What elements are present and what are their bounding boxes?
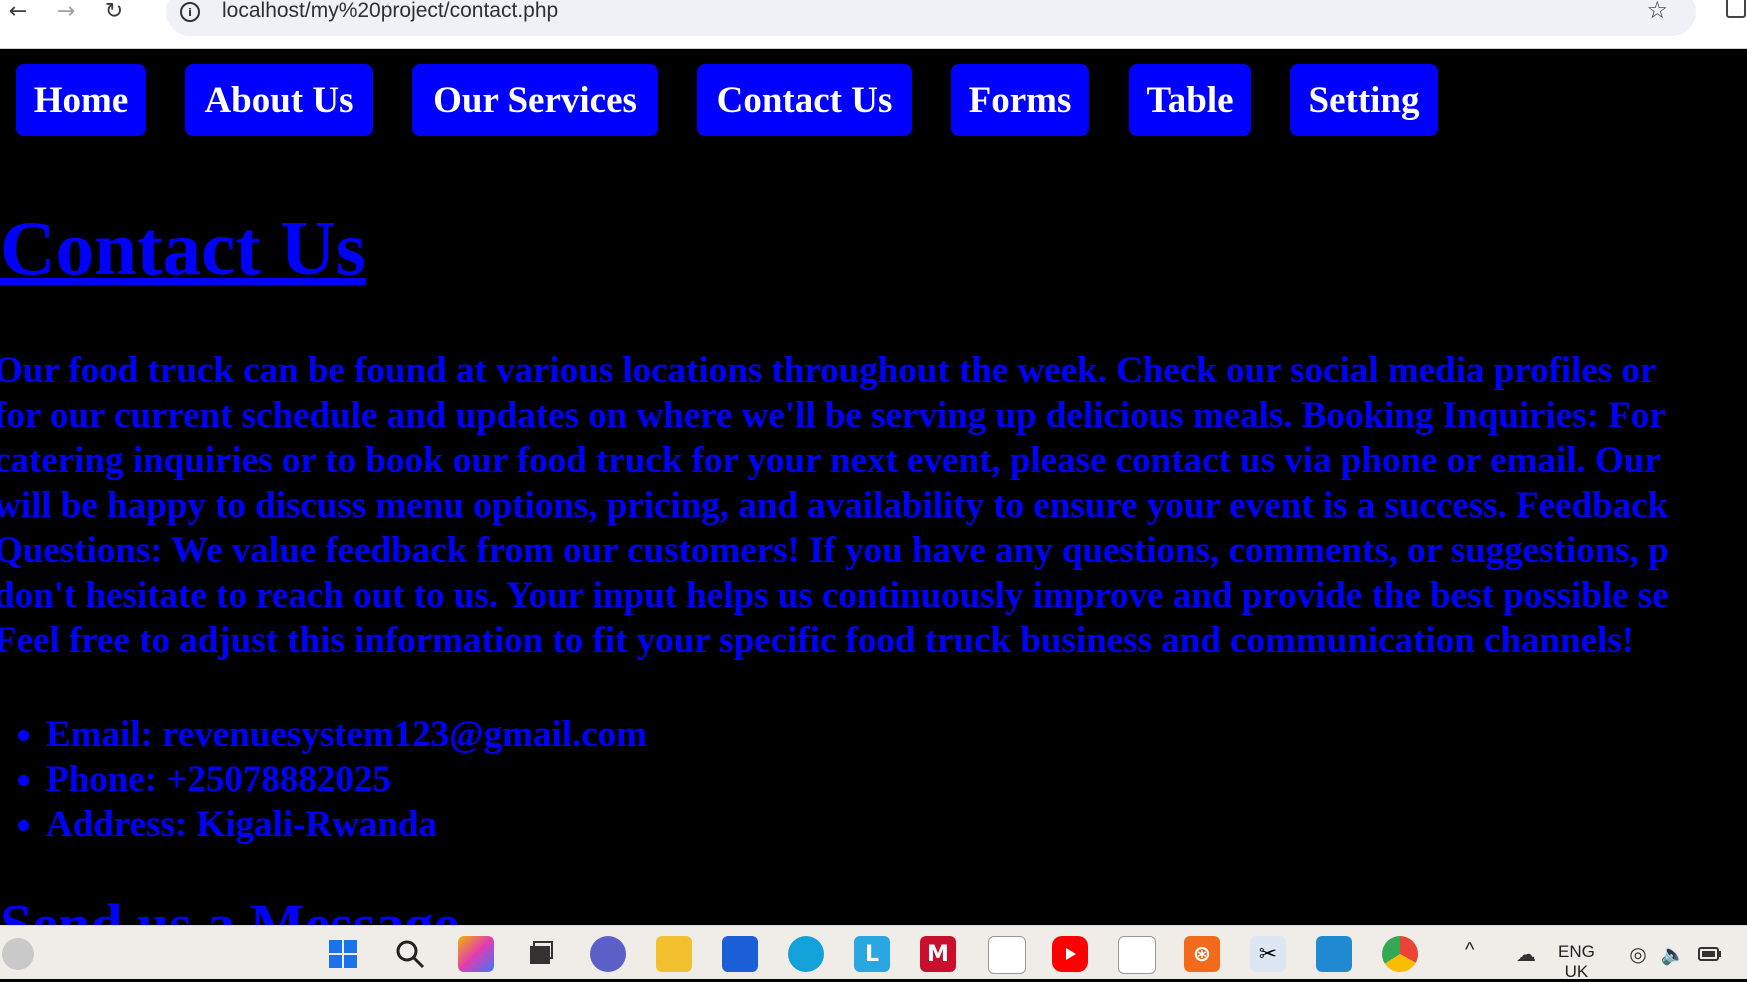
- taskbar: L M ⊛ ✂ ^ ☁ ENG UK ◎ 🔈: [0, 925, 1747, 982]
- intro-line: catering inquiries or to book our food t…: [0, 440, 1661, 481]
- bookmark-star-icon[interactable]: ☆: [1646, 0, 1668, 24]
- region-code: UK: [1564, 962, 1589, 981]
- nav-setting[interactable]: Setting: [1290, 64, 1438, 136]
- show-hidden-icons-icon[interactable]: ^: [1465, 940, 1474, 960]
- task-view-icon[interactable]: [522, 936, 558, 972]
- address-bar[interactable]: i localhost/my%20project/contact.php ☆: [166, 0, 1696, 36]
- copilot-icon[interactable]: [458, 936, 494, 972]
- language-code: ENG: [1558, 942, 1595, 961]
- nav-about-us[interactable]: About Us: [185, 64, 373, 136]
- nav-contact-us[interactable]: Contact Us: [697, 64, 912, 136]
- vscode-icon[interactable]: [1316, 936, 1352, 972]
- intro-line: Questions: We value feedback from our cu…: [0, 530, 1669, 571]
- edge-icon[interactable]: [788, 936, 824, 972]
- intro-line: Feel free to adjust this information to …: [0, 620, 1634, 661]
- forward-icon[interactable]: →: [50, 0, 82, 24]
- xampp-icon[interactable]: ⊛: [1184, 936, 1220, 972]
- battery-icon[interactable]: [1692, 936, 1728, 972]
- windows-start-icon[interactable]: [325, 936, 361, 972]
- intro-line: for our current schedule and updates on …: [0, 395, 1666, 436]
- widgets-icon[interactable]: [2, 938, 34, 970]
- intro-line: don't hesitate to reach out to us. Your …: [0, 575, 1669, 616]
- snipping-tool-icon[interactable]: ✂: [1250, 936, 1286, 972]
- onedrive-icon[interactable]: ☁: [1508, 936, 1544, 972]
- search-icon[interactable]: [392, 936, 428, 972]
- browser-toolbar: ← → ↻ i localhost/my%20project/contact.p…: [0, 0, 1747, 49]
- network-icon[interactable]: ◎: [1620, 936, 1656, 972]
- youtube-icon[interactable]: [1052, 936, 1088, 972]
- app-l-icon[interactable]: L: [854, 936, 890, 972]
- back-icon[interactable]: ←: [2, 0, 34, 24]
- reload-icon[interactable]: ↻: [98, 0, 130, 24]
- site-info-icon[interactable]: i: [180, 2, 200, 22]
- intro-paragraph: Our food truck can be found at various l…: [0, 348, 1747, 663]
- page-title[interactable]: Contact Us: [0, 210, 366, 287]
- contact-list: Email: revenuesystem123@gmail.com Phone:…: [0, 712, 647, 847]
- store-icon[interactable]: [722, 936, 758, 972]
- extensions-icon[interactable]: [1726, 0, 1746, 18]
- nav-our-services[interactable]: Our Services: [412, 64, 658, 136]
- language-indicator[interactable]: ENG UK: [1558, 942, 1595, 982]
- nav-table[interactable]: Table: [1129, 64, 1251, 136]
- mcafee-icon[interactable]: M: [920, 936, 956, 972]
- meet-icon[interactable]: [590, 936, 626, 972]
- intro-line: will be happy to discuss menu options, p…: [0, 485, 1669, 526]
- file-explorer-icon[interactable]: [656, 936, 692, 972]
- contact-phone: Phone: +25078882025: [46, 757, 647, 802]
- chrome-icon[interactable]: [1382, 936, 1418, 972]
- contact-address: Address: Kigali-Rwanda: [46, 802, 647, 847]
- file-icon[interactable]: [988, 936, 1026, 974]
- intro-line: Our food truck can be found at various l…: [0, 350, 1657, 391]
- nav-home[interactable]: Home: [16, 64, 146, 136]
- nav-forms[interactable]: Forms: [951, 64, 1089, 136]
- volume-icon[interactable]: 🔈: [1655, 936, 1691, 972]
- url-text[interactable]: localhost/my%20project/contact.php: [222, 0, 558, 23]
- contact-email: Email: revenuesystem123@gmail.com: [46, 712, 647, 757]
- document-icon[interactable]: [1118, 936, 1156, 974]
